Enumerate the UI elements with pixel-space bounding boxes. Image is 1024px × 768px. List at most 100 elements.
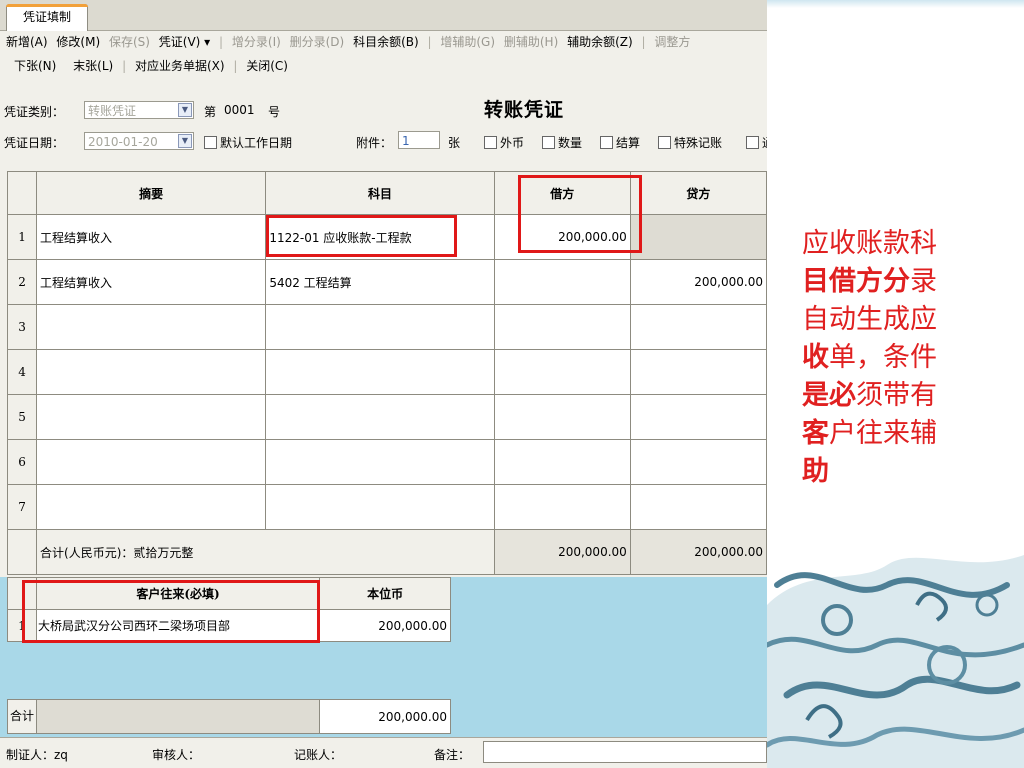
summary-cell[interactable]: 工程结算收入 (36, 214, 267, 260)
table-row[interactable]: 5 (6, 394, 767, 440)
account-cell[interactable] (265, 484, 495, 530)
voucher-number: 0001 (224, 103, 255, 117)
auxiliary-total-table: 合计 200,000.00 (7, 699, 451, 734)
summary-cell[interactable] (36, 439, 267, 485)
checkbox-icon (746, 136, 759, 149)
checkbox-label: 数量 (558, 136, 583, 150)
checkbox-icon (204, 136, 217, 149)
credit-cell[interactable] (629, 214, 767, 260)
voucher-header-form: 凭证类别： 转账凭证 ▼ 第 0001 号 凭证日期： 2010-01-20 ▼… (0, 0, 767, 160)
customer-highlight-box (22, 580, 320, 643)
account-header: 科目 (265, 171, 495, 215)
settlement-checkbox[interactable]: 结算 (600, 134, 640, 151)
quantity-checkbox[interactable]: 数量 (542, 134, 582, 151)
attachment-count-input[interactable]: 1 (398, 131, 440, 149)
table-row[interactable]: 7 (6, 484, 767, 530)
table-row[interactable]: 4 (6, 349, 767, 395)
poster-label: 记账人： (294, 748, 343, 762)
debit-cell[interactable] (493, 394, 631, 440)
row-number: 6 (6, 439, 38, 485)
row-number: 7 (6, 484, 38, 530)
annotation-bold: 是必 (802, 380, 856, 411)
amount-cell[interactable]: 200,000.00 (319, 609, 451, 642)
summary-cell[interactable]: 工程结算收入 (36, 259, 267, 305)
row-number (6, 529, 38, 575)
account-cell[interactable] (265, 349, 495, 395)
checkbox-label: 通 (762, 136, 767, 150)
voucher-type-select[interactable]: 转账凭证 ▼ (84, 101, 194, 119)
account-cell[interactable]: 5402 工程结算 (265, 259, 495, 305)
account-cell[interactable] (265, 394, 495, 440)
table-row[interactable]: 2 工程结算收入 5402 工程结算 200,000.00 (6, 259, 767, 305)
row-number: 3 (6, 304, 38, 350)
credit-cell[interactable]: 200,000.00 (629, 259, 767, 305)
aux-total-row: 合计 200,000.00 (7, 699, 451, 734)
default-date-label: 默认工作日期 (220, 136, 293, 150)
voucher-window: 凭证填制 新增(A) 修改(M) 保存(S) 凭证(V) ▾ | 增分录(I) … (0, 0, 767, 768)
debit-cell[interactable] (493, 484, 631, 530)
memo-label: 备注： (434, 748, 471, 762)
checkbox-icon (542, 136, 555, 149)
amount-header: 本位币 (319, 577, 451, 610)
account-cell[interactable] (265, 304, 495, 350)
checkbox-label: 结算 (616, 136, 641, 150)
chevron-down-icon: ▼ (178, 103, 192, 117)
total-credit: 200,000.00 (629, 529, 767, 575)
chevron-down-icon: ▼ (178, 134, 192, 148)
voucher-type-value: 转账凭证 (88, 104, 137, 118)
default-date-checkbox[interactable]: 默认工作日期 (204, 134, 292, 151)
total-debit: 200,000.00 (493, 529, 631, 575)
checkbox-icon (484, 136, 497, 149)
credit-cell[interactable] (629, 484, 767, 530)
table-row[interactable]: 3 (6, 304, 767, 350)
attachment-label: 附件： (356, 136, 393, 150)
row-number-header (6, 171, 38, 215)
summary-cell[interactable] (36, 349, 267, 395)
debit-highlight-box (518, 175, 642, 253)
aux-total-label: 合计 (7, 699, 37, 734)
credit-cell[interactable] (629, 394, 767, 440)
voucher-no-prefix: 第 (204, 105, 217, 119)
summary-cell[interactable] (36, 484, 267, 530)
annotation-line: 户往来辅 (829, 418, 937, 449)
voucher-type-label: 凭证类别： (4, 105, 65, 119)
credit-cell[interactable] (629, 349, 767, 395)
annotation-line: 单，条件 (829, 342, 937, 373)
maker-label: 制证人：zq (6, 748, 68, 762)
account-highlight-box (266, 215, 457, 257)
summary-cell[interactable] (36, 304, 267, 350)
voucher-date-picker[interactable]: 2010-01-20 ▼ (84, 132, 194, 150)
row-number: 4 (6, 349, 38, 395)
table-header-row: 摘要 科目 借方 贷方 (6, 171, 767, 215)
table-row[interactable]: 6 (6, 439, 767, 485)
row-number: 1 (6, 214, 38, 260)
annotation-bold: 目 (802, 266, 829, 297)
auditor-label: 审核人： (152, 748, 201, 762)
checkbox-icon (658, 136, 671, 149)
annotation-line: 自动生成应 (802, 304, 937, 335)
memo-input[interactable] (483, 741, 767, 763)
foreign-currency-checkbox[interactable]: 外币 (484, 134, 524, 151)
total-amount-words: 合计(人民币元)：贰拾万元整 (36, 529, 495, 575)
aux-total-empty (35, 699, 321, 734)
checkbox-label: 特殊记账 (674, 136, 723, 150)
extra-checkbox[interactable]: 通 (746, 134, 767, 151)
credit-cell[interactable] (629, 439, 767, 485)
annotation-line: 应收账款科 (802, 228, 937, 259)
annotation-bold: 助 (802, 456, 829, 487)
account-cell[interactable] (265, 439, 495, 485)
debit-cell[interactable] (493, 439, 631, 485)
special-posting-checkbox[interactable]: 特殊记账 (658, 134, 722, 151)
summary-cell[interactable] (36, 394, 267, 440)
debit-cell[interactable] (493, 304, 631, 350)
debit-cell[interactable] (493, 259, 631, 305)
slide-top-strip (767, 0, 1024, 8)
status-bar: 制证人：zq 审核人： 记账人： 备注： (0, 737, 767, 768)
row-number: 5 (6, 394, 38, 440)
credit-cell[interactable] (629, 304, 767, 350)
checkbox-icon (600, 136, 613, 149)
debit-cell[interactable] (493, 349, 631, 395)
row-number: 2 (6, 259, 38, 305)
aux-total-amount: 200,000.00 (319, 699, 451, 734)
checkbox-label: 外币 (500, 136, 525, 150)
